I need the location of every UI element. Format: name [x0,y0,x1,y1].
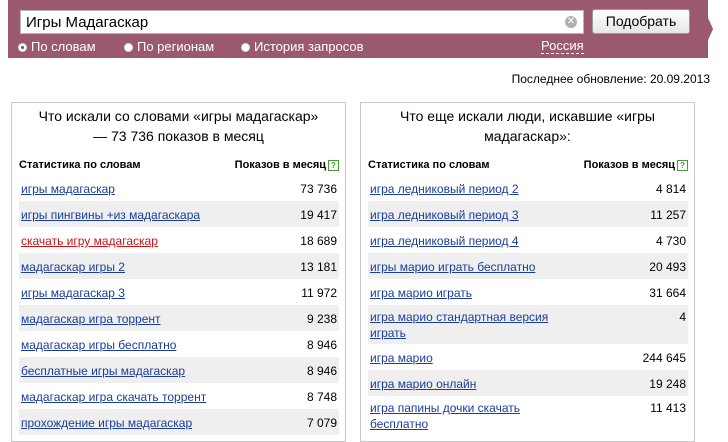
column-count: Показов в месяц? [584,159,688,171]
phrase-link[interactable]: мадагаскар игра торрент [21,311,221,327]
help-icon[interactable]: ? [677,160,688,171]
phrase-link[interactable]: игра марио играть [370,285,570,301]
table-row: игра марио онлайн 19 248 [368,370,688,396]
table-row: мадагаскар игры бесплатно 8 946 [19,331,339,357]
panel-title: Что еще искали люди, искавшие «игры мада… [400,108,655,144]
search-header: ✕ Подобрать По словам По регионам Истори… [8,0,708,58]
impressions-count: 20 493 [649,260,686,274]
mode-history[interactable]: История запросов [241,40,364,54]
mode-by-words[interactable]: По словам [18,40,96,54]
column-count: Показов в месяц? [235,159,339,171]
table-row: скачать игру мадагаскар 18 689 [19,227,339,253]
mode-by-regions[interactable]: По регионам [124,40,214,54]
impressions-count: 8 946 [306,364,337,378]
phrase-link[interactable]: игра ледниковый период 4 [370,233,570,249]
impressions-count: 19 248 [649,377,686,391]
column-count-label: Показов в месяц [583,159,675,171]
phrase-link[interactable]: мадагаскар игры 2 [21,259,221,275]
table-row: мадагаскар игры 2 13 181 [19,253,339,279]
phrase-link[interactable]: прохождение игры мадагаскар [21,415,221,431]
phrase-link[interactable]: игра марио онлайн [370,376,570,392]
phrase-link[interactable]: игры пингвины +из мадагаскара [21,207,221,223]
phrase-link[interactable]: игры мадагаскар 3 [21,285,221,301]
phrase-link[interactable]: игра марио стандартная версия играть [370,309,570,341]
phrase-link[interactable]: игра ледниковый период 2 [370,181,570,197]
impressions-count: 4 730 [655,234,686,248]
phrase-link[interactable]: игра папины дочки скачать бесплатно [370,400,570,432]
impressions-count: 8 946 [306,338,337,352]
table-row: игра ледниковый период 2 4 814 [368,175,688,201]
region-link[interactable]: Россия [541,39,584,54]
impressions-count: 11 972 [301,286,337,300]
impressions-count: 9 238 [306,312,337,326]
table-row: мадагаскар игра торрент 9 238 [19,305,339,331]
table-row: игры мадагаскар 73 736 [19,175,339,201]
phrase-link[interactable]: скачать игру мадагаскар [21,233,221,249]
search-input[interactable] [26,13,556,31]
table-row: игры марио играть бесплатно 20 493 [368,253,688,279]
panel-title: Что искали со словами «игры мадагаскар» … [38,108,319,144]
column-words: Статистика по словам [368,159,490,171]
impressions-count: 4 814 [655,182,686,196]
phrase-link[interactable]: игры марио играть бесплатно [370,259,570,275]
table-row: мадагаскар игра скачать торрент 8 748 [19,383,339,409]
impressions-count: 11 413 [650,401,686,415]
table-row: игра ледниковый период 3 11 257 [368,201,688,227]
mode-label: По регионам [137,39,215,54]
table-row: игры пингвины +из мадагаскара 19 417 [19,201,339,227]
mode-label: История запросов [254,39,364,54]
phrase-link[interactable]: мадагаскар игра скачать торрент [21,389,221,405]
mode-label: По словам [31,39,96,54]
impressions-count: 244 645 [642,351,686,365]
results-list: игры мадагаскар 73 736 игры пингвины +из м… [19,175,339,435]
impressions-count: 11 257 [650,208,686,222]
last-updated: Последнее обновление: 20.09.2013 [511,72,710,86]
results-list: игра ледниковый период 24 814 игра ледник… [368,175,688,435]
phrase-link[interactable]: мадагаскар игры бесплатно [21,337,221,353]
impressions-count: 31 664 [649,286,686,300]
column-count-label: Показов в месяц [234,159,326,171]
column-words: Статистика по словам [19,159,141,171]
panel-left: Что искали со словами «игры мадагаскар» … [11,102,346,442]
impressions-count: 18 689 [300,234,337,248]
table-row: игра марио стандартная версия играть 4 [368,305,688,344]
column-header: Статистика по словам Показов в месяц? [368,159,688,175]
clear-icon[interactable]: ✕ [565,16,577,28]
table-row: игра папины дочки скачать бесплатно 11 41… [368,396,688,435]
phrase-link[interactable]: игры мадагаскар [21,181,221,197]
table-row: бесплатные игры мадагаскар 8 946 [19,357,339,383]
submit-button[interactable]: Подобрать [592,9,690,34]
search-box[interactable]: ✕ [20,10,584,34]
impressions-count: 7 079 [306,416,337,430]
table-row: прохождение игры мадагаскар 7 079 [19,409,339,435]
impressions-count: 8 748 [306,390,337,404]
radio-icon [241,43,250,52]
phrase-link[interactable]: бесплатные игры мадагаскар [21,363,221,379]
table-row: игра ледниковый период 4 4 730 [368,227,688,253]
impressions-count: 73 736 [300,182,337,196]
phrase-link[interactable]: игра марио [370,350,570,366]
panel-right: Что еще искали люди, искавшие «игры мада… [360,102,695,442]
radio-icon [124,43,133,52]
phrase-link[interactable]: игра ледниковый период 3 [370,207,570,223]
impressions-count: 4 [679,310,686,324]
table-row: игры мадагаскар 3 11 972 [19,279,339,305]
impressions-count: 19 417 [300,208,337,222]
column-header: Статистика по словам Показов в месяц? [19,159,339,175]
impressions-count: 13 181 [300,260,337,274]
help-icon[interactable]: ? [328,160,339,171]
table-row: игра марио играть 31 664 [368,279,688,305]
header-arrow [700,0,713,58]
radio-selected-icon [18,43,27,52]
table-row: игра марио 244 645 [368,344,688,370]
